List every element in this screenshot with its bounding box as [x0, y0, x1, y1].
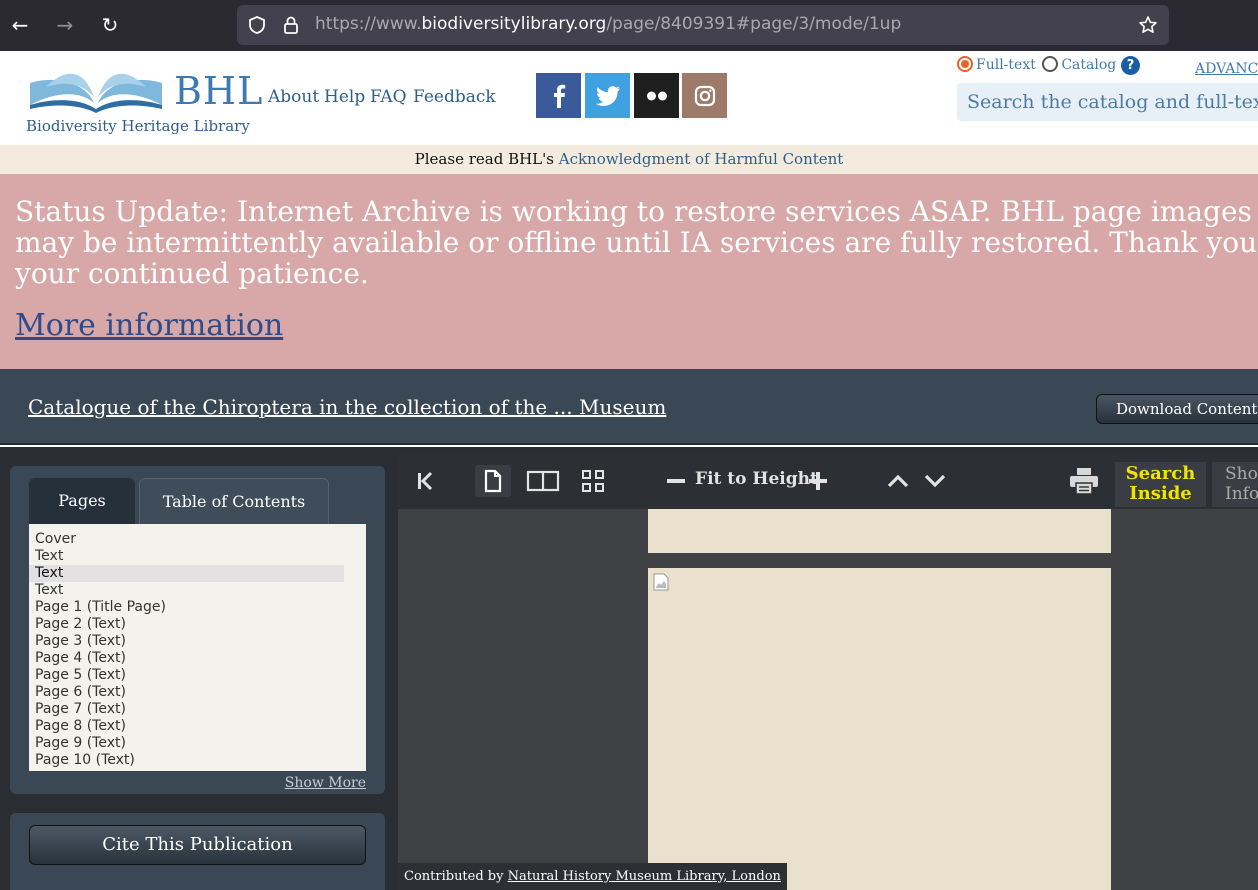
page-list[interactable]: Cover Text Text Text Page 1 (Title Page) Page…: [29, 524, 366, 771]
nav-feedback[interactable]: Feedback: [413, 87, 496, 107]
thumbnail-grid-icon[interactable]: [579, 465, 607, 497]
search-help-icon[interactable]: ?: [1121, 56, 1140, 75]
broken-image-icon: [653, 573, 669, 591]
search-inside-button[interactable]: Search Inside: [1115, 462, 1206, 507]
page-list-item[interactable]: Page 2 (Text): [29, 616, 344, 633]
zoom-in-icon[interactable]: [807, 465, 829, 497]
page-list-item[interactable]: Text: [29, 548, 344, 565]
forward-arrow-icon[interactable]: →: [52, 12, 78, 38]
previous-page-icon[interactable]: [886, 465, 910, 497]
show-info-line2: Info: [1225, 484, 1258, 504]
catalog-radio[interactable]: [1042, 56, 1059, 72]
search-inside-line2: Inside: [1129, 483, 1192, 504]
contributor-prefix: Contributed by: [404, 869, 508, 884]
status-message: Status Update: Internet Archive is worki…: [15, 195, 1258, 290]
open-book-logo-icon: [30, 73, 162, 113]
reload-icon[interactable]: ↻: [97, 12, 123, 38]
page-list-item[interactable]: Page 7 (Text): [29, 701, 344, 718]
download-contents-button[interactable]: Download Contents: [1096, 394, 1258, 424]
instagram-icon[interactable]: [682, 73, 727, 118]
fulltext-label[interactable]: Full-text: [976, 57, 1036, 73]
logo-subtitle[interactable]: Biodiversity Heritage Library: [26, 117, 250, 135]
twitter-icon[interactable]: [585, 73, 630, 118]
next-page-icon[interactable]: [923, 465, 947, 497]
show-info-line1: Show: [1225, 464, 1258, 484]
browser-toolbar: ← → ↻ https://www.biodiversitylibrary.or…: [0, 0, 1258, 51]
url-bar[interactable]: https://www.biodiversitylibrary.org/page…: [237, 5, 1169, 45]
cite-publication-button[interactable]: Cite This Publication: [29, 825, 366, 865]
harmful-content-notice: Please read BHL's Acknowledgment of Harm…: [0, 145, 1258, 174]
search-inside-line1: Search: [1125, 463, 1196, 484]
contributor-credit: Contributed by Natural History Museum Li…: [398, 863, 787, 890]
bookmark-star-icon[interactable]: [1138, 15, 1158, 35]
pages-panel: Pages Table of Contents Cover Text Text Tex…: [10, 466, 385, 794]
notice-text: Please read BHL's: [414, 150, 559, 168]
nav-about[interactable]: About: [268, 87, 319, 107]
nav-faq[interactable]: FAQ: [370, 87, 407, 107]
show-info-button[interactable]: ShowInfo: [1212, 462, 1258, 507]
logo-wordmark[interactable]: BHL: [174, 69, 263, 113]
book-title-link[interactable]: Catalogue of the Chiroptera in the colle…: [28, 395, 666, 419]
two-page-view-icon[interactable]: [525, 465, 561, 497]
page-list-item[interactable]: Page 3 (Text): [29, 633, 344, 650]
more-information-link[interactable]: More information: [15, 308, 283, 343]
page-display-area[interactable]: Contributed by Natural History Museum Li…: [398, 509, 1258, 890]
status-banner: Status Update: Internet Archive is worki…: [0, 174, 1258, 369]
viewer-toolbar: Fit to Height SearchInside ShowInfo: [398, 453, 1258, 509]
catalog-label[interactable]: Catalog: [1061, 57, 1116, 73]
first-page-icon[interactable]: [414, 465, 436, 497]
bhl-logo[interactable]: [26, 61, 166, 117]
tab-pages[interactable]: Pages: [29, 478, 135, 524]
advanced-search-link[interactable]: ADVANC: [1195, 61, 1258, 77]
page-list-item[interactable]: Cover: [29, 531, 344, 548]
page-list-item[interactable]: Page 8 (Text): [29, 718, 344, 735]
single-page-view-icon[interactable]: [475, 465, 511, 497]
harmful-content-link[interactable]: Acknowledgment of Harmful Content: [559, 150, 844, 168]
page-image-current: [648, 568, 1111, 890]
search-scope: Full-text Catalog: [957, 56, 1116, 73]
back-arrow-icon[interactable]: ←: [7, 12, 33, 38]
contributor-link[interactable]: Natural History Museum Library, London: [508, 869, 781, 884]
show-more-link[interactable]: Show More: [285, 775, 366, 791]
zoom-out-icon[interactable]: [665, 465, 687, 497]
url-text: https://www.biodiversitylibrary.org/page…: [315, 14, 902, 34]
page-image-previous: [648, 509, 1111, 553]
page-list-item[interactable]: Page 10 (Text): [29, 752, 344, 769]
print-icon[interactable]: [1068, 465, 1100, 497]
page-list-item[interactable]: Text: [29, 582, 344, 599]
page-list-item[interactable]: Page 5 (Text): [29, 667, 344, 684]
site-header: BHL Biodiversity Heritage Library About …: [0, 51, 1258, 145]
page-list-item[interactable]: Text: [29, 565, 344, 582]
cite-panel: Cite This Publication: [10, 813, 385, 890]
page-list-item[interactable]: Page 1 (Title Page): [29, 599, 344, 616]
shield-icon[interactable]: [247, 15, 267, 35]
fulltext-radio[interactable]: [957, 56, 973, 72]
page-list-item[interactable]: Page 4 (Text): [29, 650, 344, 667]
tab-table-of-contents[interactable]: Table of Contents: [139, 478, 329, 524]
page-list-item[interactable]: Page 9 (Text): [29, 735, 344, 752]
book-viewer: Pages Table of Contents Cover Text Text Tex…: [0, 447, 1258, 890]
nav-help[interactable]: Help: [324, 87, 365, 107]
zoom-mode-label[interactable]: Fit to Height: [695, 469, 818, 489]
page-list-item[interactable]: Page 6 (Text): [29, 684, 344, 701]
flickr-icon[interactable]: [634, 73, 679, 118]
book-title-bar: Catalogue of the Chiroptera in the colle…: [0, 369, 1258, 445]
facebook-icon[interactable]: [536, 73, 581, 118]
lock-icon[interactable]: [281, 15, 301, 35]
search-input[interactable]: [957, 83, 1258, 121]
